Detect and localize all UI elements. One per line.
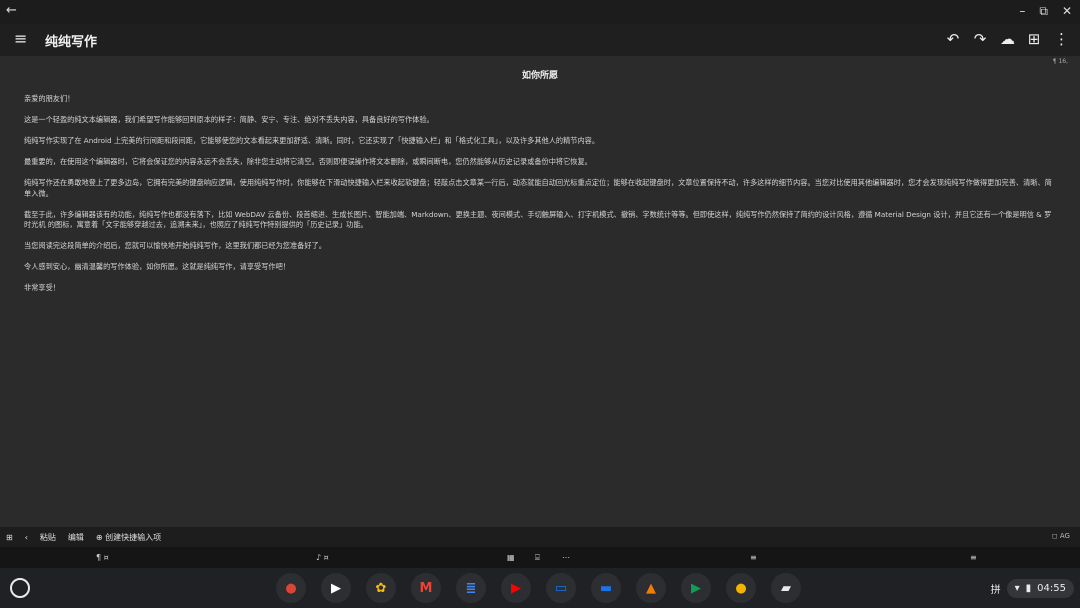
docs-app-icon[interactable]: ≣ — [456, 573, 486, 603]
paragraph[interactable]: 亲爱的朋友们！ — [24, 94, 1054, 105]
paste-button[interactable]: 粘贴 — [40, 532, 56, 543]
word-counter: ¶ 16, — [1052, 58, 1068, 65]
play-store-app-icon[interactable]: ▶ — [321, 573, 351, 603]
grid-icon[interactable]: ⊞ — [1027, 30, 1041, 48]
ime-indicator[interactable]: 拼 — [991, 581, 1001, 596]
chrome-canary-app-icon[interactable]: ● — [726, 573, 756, 603]
paragraph[interactable]: 最重要的，在使用这个编辑器时，它将会保证您的内容永远不会丢失，除非您主动将它清空… — [24, 157, 1054, 168]
file-manager-app-icon[interactable]: ▰ — [771, 573, 801, 603]
paragraph[interactable]: 非常享受！ — [24, 283, 1054, 294]
clock: 04:55 — [1037, 582, 1066, 594]
menu-icon[interactable]: ≡ — [14, 31, 27, 47]
close-icon[interactable]: ✕ — [1062, 4, 1072, 19]
system-tray[interactable]: ▾ ▮ 04:55 — [1006, 578, 1074, 598]
launcher-icon[interactable] — [10, 578, 30, 598]
document-title[interactable]: 如你所愿 — [0, 68, 1080, 81]
pinned-apps: ● ▶ ✿ M ≣ ▶ ▭ ▬ ▲ ▶ ● ▰ — [276, 573, 801, 603]
previous-icon[interactable]: ‹ — [25, 533, 28, 542]
paragraph[interactable]: 纯纯写作实现了在 Android 上完美的行间距和段间距，它能够使您的文本看起来… — [24, 136, 1054, 147]
youtube-app-icon[interactable]: ▶ — [501, 573, 531, 603]
messages-app-icon[interactable]: ▬ — [591, 573, 621, 603]
chrome-app-icon[interactable]: ● — [276, 573, 306, 603]
paragraph[interactable]: 当您阅读完这段简单的介绍后，您就可以愉快地开始纯纯写作，这里我们都已经为您准备好… — [24, 241, 1054, 252]
paragraph[interactable]: 截至于此，许多编辑器该有的功能，纯纯写作也都没有落下，比如 WebDAV 云备份… — [24, 210, 1054, 231]
undo-icon[interactable]: ↶ — [946, 30, 960, 48]
strip-item-icon[interactable]: ⌸ — [535, 553, 540, 563]
paragraph[interactable]: 纯纯写作还在勇敢地登上了更多边岛，它拥有完美的键盘响应逻辑，使用纯纯写作时，你能… — [24, 178, 1054, 199]
back-icon[interactable]: ← — [6, 3, 17, 18]
cloud-sync-icon[interactable]: ☁ — [1000, 30, 1015, 48]
strip-item-icon[interactable]: ♪ ¤ — [316, 553, 329, 562]
restore-icon[interactable]: ⧉ — [1039, 4, 1048, 19]
strip-item-icon[interactable]: ¶ ¤ — [96, 553, 109, 562]
keyboard-strip: ¶ ¤ ♪ ¤ ▦ ⌸ ⋯ ≡ ≡ — [0, 547, 1080, 568]
quick-input-bar: ⊞ ‹ 粘贴 编辑 ⊕ 创建快捷输入项 ◻ AG — [0, 527, 1080, 547]
play-games-app-icon[interactable]: ▶ — [681, 573, 711, 603]
app-bar: ≡ 纯纯写作 ↶ ↷ ☁ ⊞ ⋮ — [0, 24, 1080, 56]
system-shelf: ● ▶ ✿ M ≣ ▶ ▭ ▬ ▲ ▶ ● ▰ 拼 ▾ ▮ 04:55 — [0, 568, 1080, 608]
paragraph[interactable]: 令人感到安心，幽清温馨的写作体验，如你所愿。这就是纯纯写作，请享受写作吧！ — [24, 262, 1054, 273]
strip-item-icon[interactable]: ≡ — [750, 553, 757, 562]
keyboard-toggle-icon[interactable]: ⊞ — [6, 533, 13, 542]
more-options-icon[interactable]: ⋮ — [1054, 30, 1069, 48]
files-app-icon[interactable]: ▭ — [546, 573, 576, 603]
app-title: 纯纯写作 — [45, 35, 98, 50]
add-quick-input-button[interactable]: ⊕ 创建快捷输入项 — [96, 532, 161, 543]
editor-area[interactable]: ¶ 16, 如你所愿 亲爱的朋友们！ 这是一个轻盈的纯文本编辑器，我们希望写作能… — [0, 56, 1080, 527]
battery-icon: ▮ — [1025, 582, 1032, 594]
strip-item-icon[interactable]: ⋯ — [562, 553, 570, 562]
strip-item-icon[interactable]: ▦ — [507, 553, 515, 562]
wifi-icon: ▾ — [1014, 582, 1020, 594]
gmail-app-icon[interactable]: M — [411, 573, 441, 603]
paragraph[interactable]: 这是一个轻盈的纯文本编辑器，我们希望写作能够回到原本的样子：简静、安宁、专注、绝… — [24, 115, 1054, 126]
redo-icon[interactable]: ↷ — [973, 30, 987, 48]
document-body[interactable]: 亲爱的朋友们！ 这是一个轻盈的纯文本编辑器，我们希望写作能够回到原本的样子：简静… — [24, 94, 1054, 304]
format-toggle[interactable]: ◻ AG — [1052, 532, 1070, 540]
edit-button[interactable]: 编辑 — [68, 532, 84, 543]
app-bar-actions: ↶ ↷ ☁ ⊞ ⋮ — [946, 30, 1069, 48]
window-controls: – ⧉ ✕ — [1019, 4, 1072, 19]
strip-item-icon[interactable]: ≡ — [970, 553, 977, 562]
vlc-app-icon[interactable]: ▲ — [636, 573, 666, 603]
status-area[interactable]: 拼 ▾ ▮ 04:55 — [991, 576, 1074, 600]
minimize-icon[interactable]: – — [1019, 4, 1025, 19]
window-caption-bar: ← – ⧉ ✕ — [0, 0, 1080, 24]
photos-app-icon[interactable]: ✿ — [366, 573, 396, 603]
